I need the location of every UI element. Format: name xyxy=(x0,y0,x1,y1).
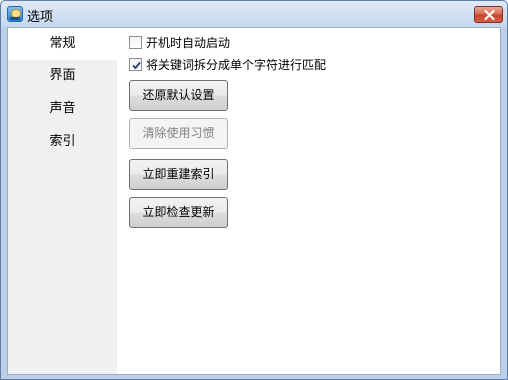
options-sidebar: 常规 界面 声音 索引 xyxy=(8,28,117,374)
dialog-body: 常规 界面 声音 索引 开机时自动启动 将关键词拆分成单个字符进行匹配 还原默认… xyxy=(7,27,501,375)
split-keywords-option[interactable]: 将关键词拆分成单个字符进行匹配 xyxy=(129,56,326,72)
autostart-label[interactable]: 开机时自动启动 xyxy=(146,34,230,51)
close-icon xyxy=(484,10,495,20)
options-dialog: 选项 常规 界面 声音 索引 开机时自动启动 将关键词拆分成单个字符进行匹配 还… xyxy=(0,0,508,380)
close-button[interactable] xyxy=(474,6,503,23)
sidebar-item-sound[interactable]: 声音 xyxy=(8,93,117,125)
split-keywords-checkbox[interactable] xyxy=(129,57,142,71)
sidebar-item-interface[interactable]: 界面 xyxy=(8,60,117,92)
window-title: 选项 xyxy=(27,10,54,25)
autostart-checkbox[interactable] xyxy=(129,35,142,49)
clear-usage-habits-button[interactable]: 清除使用习惯 xyxy=(129,118,228,149)
checkmark-icon xyxy=(132,61,141,69)
app-icon xyxy=(7,6,23,22)
sidebar-item-general[interactable]: 常规 xyxy=(8,28,117,60)
autostart-option[interactable]: 开机时自动启动 xyxy=(129,34,230,50)
check-updates-button[interactable]: 立即检查更新 xyxy=(129,197,228,228)
rebuild-index-button[interactable]: 立即重建索引 xyxy=(129,159,228,190)
split-keywords-label[interactable]: 将关键词拆分成单个字符进行匹配 xyxy=(146,56,326,73)
restore-defaults-button[interactable]: 还原默认设置 xyxy=(129,80,228,111)
general-settings-panel: 开机时自动启动 将关键词拆分成单个字符进行匹配 还原默认设置 清除使用习惯 立即… xyxy=(117,28,500,374)
sidebar-item-index[interactable]: 索引 xyxy=(8,126,117,158)
title-bar[interactable]: 选项 xyxy=(1,1,507,27)
